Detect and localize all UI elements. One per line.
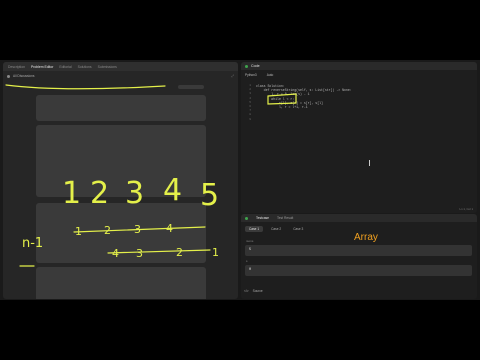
case-tab[interactable]: Case 1 bbox=[245, 226, 264, 232]
source-label: Source bbox=[252, 289, 263, 293]
code-toolbar: Python3 Auto bbox=[241, 71, 477, 78]
case-tabs: Case 1 Case 2 Case 3 bbox=[245, 226, 307, 232]
problem-subbar: All Discussions ⤢ bbox=[3, 72, 238, 80]
code-header: Code bbox=[241, 62, 477, 70]
auto-toggle[interactable]: Auto bbox=[267, 73, 274, 77]
case-tab[interactable]: Case 3 bbox=[289, 226, 307, 232]
line-number: 9 bbox=[249, 117, 251, 121]
tab-description[interactable]: Description bbox=[8, 65, 25, 69]
tab-test-result[interactable]: Test Result bbox=[277, 216, 293, 220]
tab-submissions[interactable]: Submissions bbox=[98, 65, 117, 69]
content-card bbox=[36, 267, 206, 299]
code-panel: Code Python3 Auto 1 2 3 4 5 6 7 8 9 clas… bbox=[241, 62, 477, 213]
code-editor[interactable]: class Solution: def reverseString(self, … bbox=[256, 84, 352, 122]
subbar-text: All Discussions bbox=[13, 74, 35, 78]
tab-problem-editor[interactable]: Problem Editor bbox=[31, 65, 53, 69]
code-icon bbox=[245, 64, 248, 68]
text-cursor bbox=[369, 160, 370, 166]
input-field[interactable]: 5 bbox=[245, 245, 472, 256]
testcase-panel: Testcase Test Result Case 1 Case 2 Case … bbox=[241, 214, 477, 299]
case-tab[interactable]: Case 2 bbox=[267, 226, 285, 232]
field-label: s bbox=[246, 259, 248, 263]
tab-testcase[interactable]: Testcase bbox=[256, 216, 269, 220]
back-icon[interactable] bbox=[7, 74, 10, 78]
source-toggle[interactable]: </> Source bbox=[244, 289, 263, 293]
content-card bbox=[36, 95, 206, 121]
line-numbers: 1 2 3 4 5 6 7 8 9 bbox=[243, 84, 251, 122]
problem-panel: Description Problem Editor Editorial Sol… bbox=[3, 62, 238, 299]
expand-icon[interactable]: ⤢ bbox=[231, 74, 234, 78]
input-field[interactable]: 0 bbox=[245, 265, 472, 276]
tab-editorial[interactable]: Editorial bbox=[59, 65, 71, 69]
array-label: Array bbox=[354, 232, 378, 243]
field-label: nums bbox=[246, 239, 254, 243]
language-select[interactable]: Python3 bbox=[245, 73, 257, 77]
check-icon bbox=[245, 216, 248, 220]
content-card bbox=[36, 125, 206, 197]
code-title: Code bbox=[251, 64, 260, 68]
problem-tabs: Description Problem Editor Editorial Sol… bbox=[3, 62, 238, 71]
screen: Description Problem Editor Editorial Sol… bbox=[0, 60, 480, 300]
content-card bbox=[36, 203, 206, 263]
cursor-position: Ln 1, Col 1 bbox=[459, 207, 473, 211]
testcase-header: Testcase Test Result bbox=[241, 214, 477, 222]
filter-pill[interactable] bbox=[178, 85, 204, 89]
code-line[interactable] bbox=[256, 118, 352, 122]
source-icon: </> bbox=[244, 289, 249, 293]
tab-solutions[interactable]: Solutions bbox=[78, 65, 92, 69]
